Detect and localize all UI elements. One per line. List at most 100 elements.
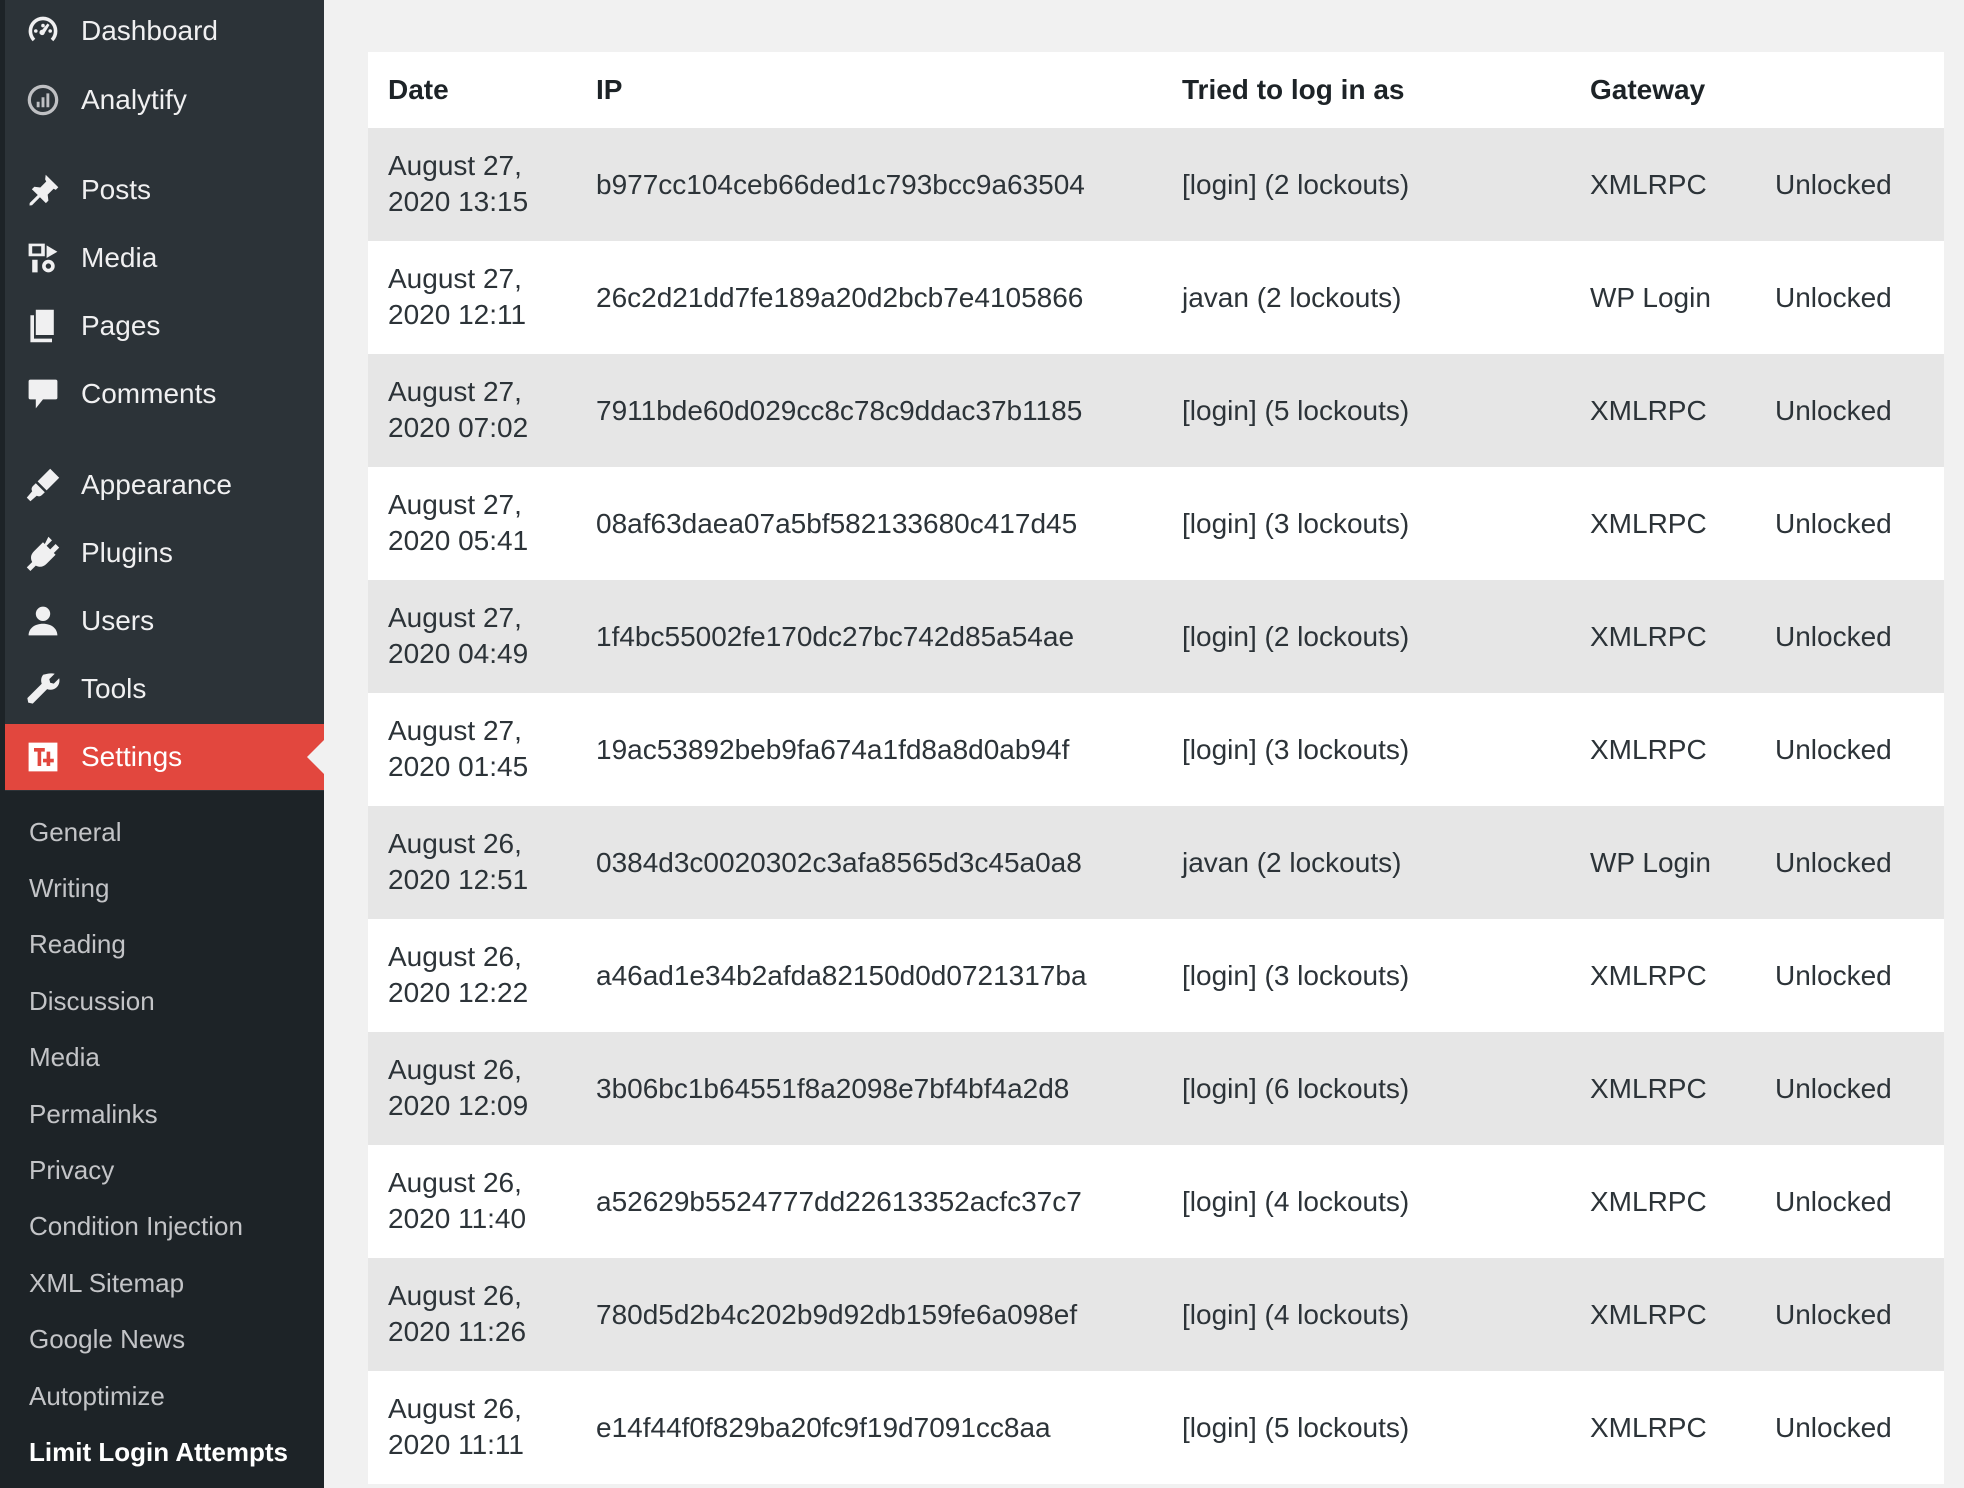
table-body: August 27, 2020 13:15 b977cc104ceb66ded1c7…	[368, 128, 1944, 1484]
submenu-autoptimize[interactable]: Autoptimize	[29, 1381, 165, 1412]
table-row: August 26, 2020 11:11 e14f44f0f829ba20fc9f…	[368, 1371, 1944, 1484]
cell-date: August 27, 2020 07:02	[388, 374, 528, 446]
cell-tried-login: [login] (6 lockouts)	[1182, 1073, 1410, 1104]
cell-tried-login: [login] (2 lockouts)	[1182, 169, 1410, 200]
submenu-permalinks[interactable]: Permalinks	[29, 1099, 158, 1130]
cell-date: August 27, 2020 13:15	[388, 148, 528, 220]
menu-label: Media	[81, 242, 158, 273]
date-day: August 26,	[388, 828, 522, 859]
submenu-condition-injection[interactable]: Condition Injection	[29, 1211, 243, 1242]
date-time: 2020 12:11	[388, 299, 527, 330]
date-time: 2020 12:22	[388, 977, 529, 1008]
cell-ip: 3b06bc1b64551f8a2098e7bf4bf4a2d8	[596, 1073, 1070, 1104]
cell-gateway: WP Login	[1590, 847, 1711, 878]
cell-ip: 1f4bc55002fe170dc27bc742d85a54ae	[596, 621, 1075, 652]
date-day: August 27,	[388, 489, 522, 520]
menu-item-comments[interactable]: Comments	[5, 361, 324, 427]
menu-item-analytify[interactable]: Analytify	[5, 67, 324, 133]
table-row: August 27, 2020 13:15 b977cc104ceb66ded1c7…	[368, 128, 1944, 241]
cell-status: Unlocked	[1775, 1299, 1892, 1330]
menu-label: Dashboard	[81, 15, 218, 46]
cell-tried-login: [login] (4 lockouts)	[1182, 1299, 1410, 1330]
table-row: August 27, 2020 04:49 1f4bc55002fe170dc27b…	[368, 580, 1944, 693]
cell-date: August 26, 2020 12:22	[388, 939, 528, 1011]
menu-item-media[interactable]: Media	[5, 225, 324, 291]
cell-tried-login: javan (2 lockouts)	[1182, 282, 1402, 313]
cell-status: Unlocked	[1775, 1412, 1892, 1443]
table-row: August 26, 2020 11:40 a52629b5524777dd2261…	[368, 1145, 1944, 1258]
cell-tried-login: [login] (5 lockouts)	[1182, 395, 1410, 426]
pages-icon	[21, 304, 65, 348]
date-time: 2020 11:11	[388, 1429, 524, 1460]
cell-tried-login: [login] (3 lockouts)	[1182, 960, 1410, 991]
submenu-xml-sitemap[interactable]: XML Sitemap	[29, 1268, 184, 1299]
cell-ip: b977cc104ceb66ded1c793bcc9a63504	[596, 169, 1085, 200]
date-time: 2020 01:45	[388, 751, 529, 782]
menu-item-pages[interactable]: Pages	[5, 293, 324, 359]
date-day: August 27,	[388, 263, 522, 294]
menu-item-posts[interactable]: Posts	[5, 157, 324, 223]
table-header: Date IP Tried to log in as Gateway	[368, 52, 1944, 128]
admin-sidebar: Dashboard Analytify Posts Media Pages Co…	[0, 0, 324, 1488]
comment-icon	[21, 372, 65, 416]
column-header-date: Date	[388, 74, 449, 105]
cell-tried-login: [login] (3 lockouts)	[1182, 508, 1410, 539]
cell-date: August 26, 2020 11:26	[388, 1278, 526, 1350]
date-time: 2020 11:40	[388, 1203, 527, 1234]
cell-ip: 26c2d21dd7fe189a20d2bcb7e4105866	[596, 282, 1084, 313]
submenu-reading[interactable]: Reading	[29, 929, 126, 960]
cell-ip: 19ac53892beb9fa674a1fd8a8d0ab94f	[596, 734, 1070, 765]
dashboard-icon	[21, 9, 65, 53]
table-row: August 26, 2020 12:22 a46ad1e34b2afda82150…	[368, 919, 1944, 1032]
menu-item-dashboard[interactable]: Dashboard	[5, 0, 324, 64]
cell-tried-login: [login] (5 lockouts)	[1182, 1412, 1410, 1443]
date-time: 2020 11:26	[388, 1316, 527, 1347]
date-time: 2020 12:51	[388, 864, 529, 895]
cell-status: Unlocked	[1775, 1073, 1892, 1104]
menu-label: Pages	[81, 310, 161, 341]
cell-gateway: XMLRPC	[1590, 1186, 1707, 1217]
analytify-icon	[21, 78, 65, 122]
cell-tried-login: [login] (2 lockouts)	[1182, 621, 1410, 652]
submenu-media[interactable]: Media	[29, 1042, 100, 1073]
cell-ip: 0384d3c0020302c3afa8565d3c45a0a8	[596, 847, 1082, 878]
cell-date: August 26, 2020 11:11	[388, 1391, 524, 1463]
submenu-limit-login-attempts[interactable]: Limit Login Attempts	[29, 1437, 288, 1468]
menu-label: Appearance	[81, 469, 233, 500]
menu-item-users[interactable]: Users	[5, 588, 324, 654]
menu-item-tools[interactable]: Tools	[5, 656, 324, 722]
cell-gateway: XMLRPC	[1590, 1299, 1707, 1330]
cell-gateway: XMLRPC	[1590, 621, 1707, 652]
cell-gateway: XMLRPC	[1590, 1412, 1707, 1443]
submenu-writing[interactable]: Writing	[29, 873, 109, 904]
date-day: August 26,	[388, 1054, 522, 1085]
submenu-discussion[interactable]: Discussion	[29, 986, 155, 1017]
cell-status: Unlocked	[1775, 508, 1892, 539]
submenu-google-news[interactable]: Google News	[29, 1324, 185, 1355]
table-row: August 27, 2020 12:11 26c2d21dd7fe189a20d2…	[368, 241, 1944, 354]
cell-gateway: XMLRPC	[1590, 960, 1707, 991]
cell-tried-login: javan (2 lockouts)	[1182, 847, 1402, 878]
cell-gateway: XMLRPC	[1590, 395, 1707, 426]
media-icon	[21, 236, 65, 280]
submenu-general[interactable]: General	[29, 817, 122, 848]
cell-date: August 27, 2020 05:41	[388, 487, 528, 559]
menu-item-settings[interactable]: Settings	[5, 724, 324, 790]
cell-gateway: XMLRPC	[1590, 1073, 1707, 1104]
cell-date: August 26, 2020 11:40	[388, 1165, 526, 1237]
date-time: 2020 04:49	[388, 638, 529, 669]
column-header-tried-login: Tried to log in as	[1182, 74, 1405, 105]
cell-ip: 08af63daea07a5bf582133680c417d45	[596, 508, 1078, 539]
submenu-privacy[interactable]: Privacy	[29, 1155, 114, 1186]
date-day: August 26,	[388, 1280, 522, 1311]
menu-item-plugins[interactable]: Plugins	[5, 520, 324, 586]
cell-date: August 26, 2020 12:09	[388, 1052, 528, 1124]
menu-item-appearance[interactable]: Appearance	[5, 452, 324, 518]
date-day: August 27,	[388, 715, 522, 746]
date-time: 2020 07:02	[388, 412, 529, 443]
table-row: August 27, 2020 01:45 19ac53892beb9fa674a1…	[368, 693, 1944, 806]
cell-gateway: WP Login	[1590, 282, 1711, 313]
menu-label: Settings	[81, 741, 183, 772]
menu-label: Tools	[81, 673, 147, 704]
cell-status: Unlocked	[1775, 960, 1892, 991]
